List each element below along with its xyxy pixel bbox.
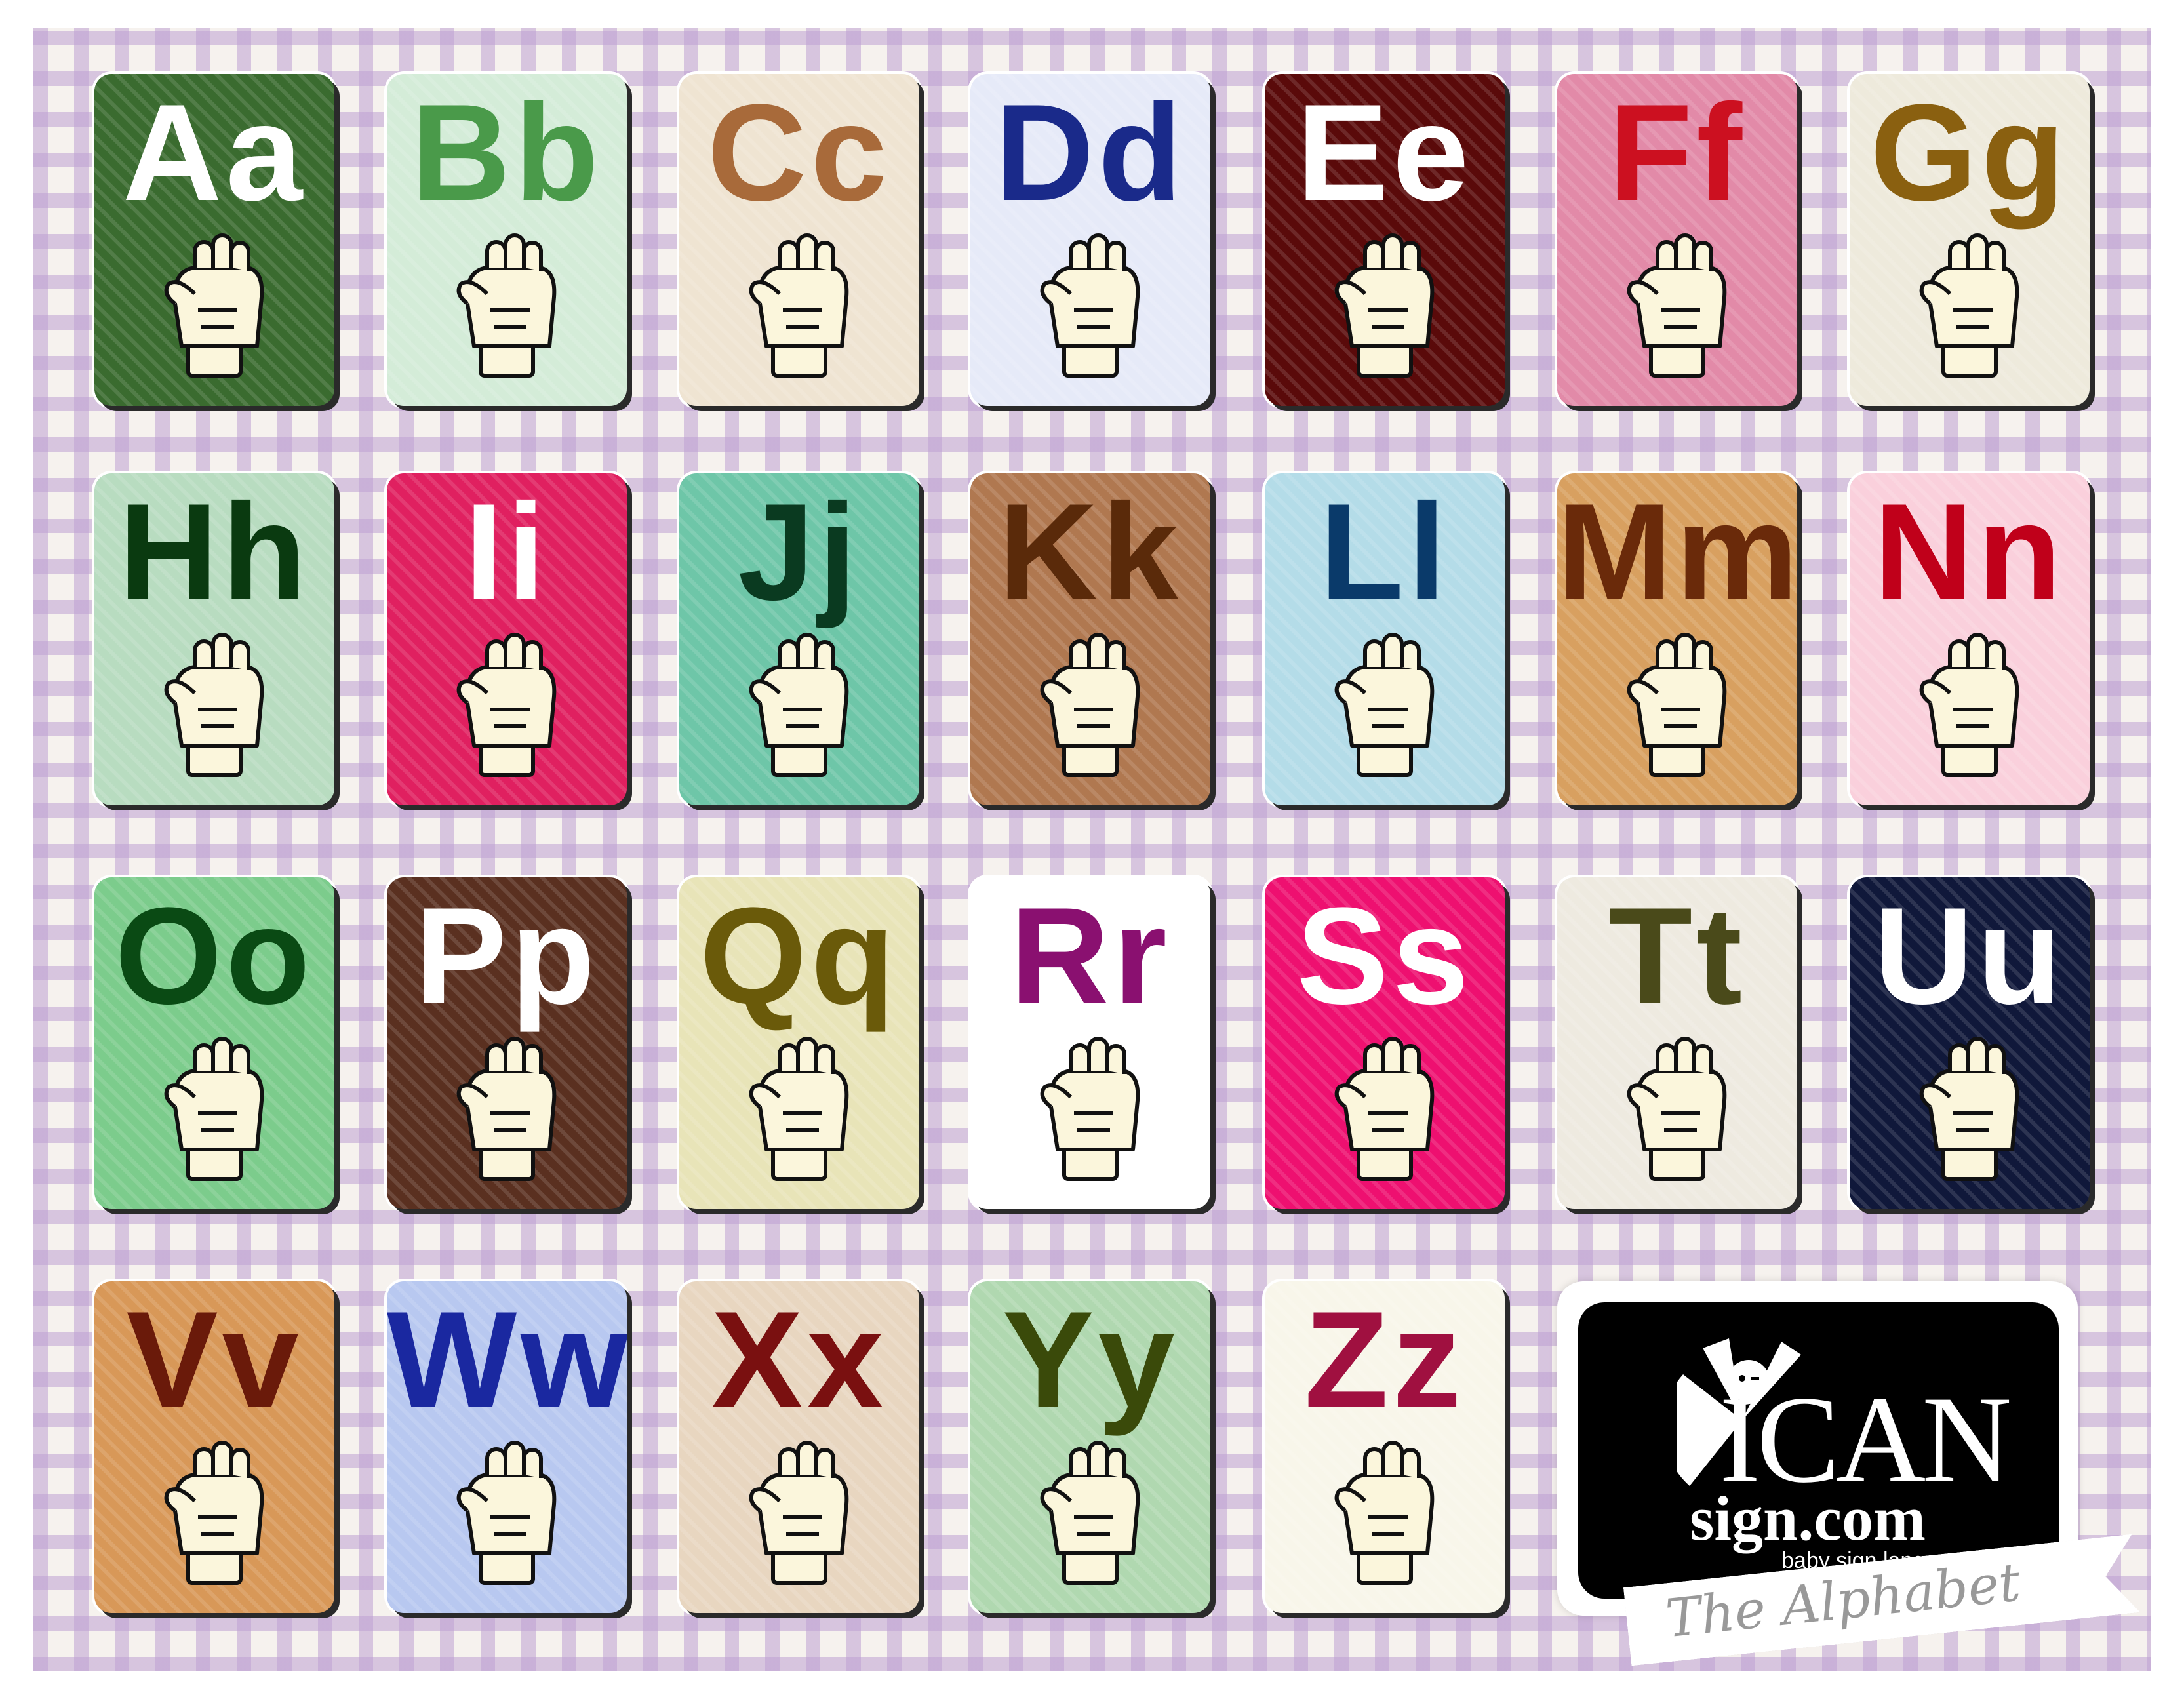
card-letter: Tt — [1608, 879, 1747, 1033]
letter-card-q: Qq — [679, 877, 919, 1209]
sign-hand-icon — [1025, 1035, 1156, 1186]
card-letter: Pp — [414, 879, 599, 1033]
card-letter: Jj — [738, 475, 861, 629]
letter-card-n: Nn — [1850, 473, 2090, 805]
sign-hand-icon — [1025, 1439, 1156, 1589]
letter-card-h: Hh — [94, 473, 334, 805]
letter-card-p: Pp — [387, 877, 627, 1209]
card-letter: Ll — [1319, 475, 1450, 629]
card-letter: Ww — [387, 1283, 627, 1437]
sign-hand-icon — [441, 1439, 572, 1589]
card-letter: Mm — [1557, 475, 1797, 629]
card-letter: Kk — [998, 475, 1183, 629]
sign-hand-icon — [1025, 231, 1156, 382]
letter-card-s: Ss — [1265, 877, 1505, 1209]
letter-card-x: Xx — [679, 1281, 919, 1613]
sign-hand-icon — [734, 631, 865, 782]
letter-card-o: Oo — [94, 877, 334, 1209]
letter-card-v: Vv — [94, 1281, 334, 1613]
letter-card-r: Rr — [970, 877, 1210, 1209]
logo-domain-text: sign.com — [1690, 1483, 1926, 1553]
card-letter: Ss — [1296, 879, 1473, 1033]
card-letter: Cc — [707, 75, 892, 230]
letter-card-j: Jj — [679, 473, 919, 805]
card-letter: Oo — [115, 879, 314, 1033]
letter-card-b: Bb — [387, 74, 627, 406]
letter-card-e: Ee — [1265, 74, 1505, 406]
sign-hand-icon — [734, 231, 865, 382]
letter-card-u: Uu — [1850, 877, 2090, 1209]
sign-hand-icon — [1612, 231, 1743, 382]
sign-hand-icon — [149, 1035, 280, 1186]
sign-hand-icon — [1612, 1035, 1743, 1186]
sign-hand-icon — [441, 631, 572, 782]
letter-card-k: Kk — [970, 473, 1210, 805]
card-letter: Vv — [126, 1283, 303, 1437]
card-letter: Zz — [1304, 1283, 1465, 1437]
letter-card-l: Ll — [1265, 473, 1505, 805]
sign-hand-icon — [441, 231, 572, 382]
letter-card-a: Aa — [94, 74, 334, 406]
letter-card-w: Ww — [387, 1281, 627, 1613]
letter-card-d: Dd — [970, 74, 1210, 406]
card-letter: Bb — [411, 75, 603, 230]
card-letter: Gg — [1870, 75, 2069, 230]
sign-hand-icon — [441, 1035, 572, 1186]
letter-card-g: Gg — [1850, 74, 2090, 406]
card-letter: Ee — [1296, 75, 1473, 230]
letter-card-z: Zz — [1265, 1281, 1505, 1613]
card-letter: Aa — [122, 75, 307, 230]
sign-hand-icon — [149, 231, 280, 382]
card-letter: Ff — [1608, 75, 1747, 230]
card-letter: Dd — [995, 75, 1186, 230]
sign-hand-icon — [1319, 231, 1450, 382]
sign-hand-icon — [1319, 1035, 1450, 1186]
letter-card-m: Mm — [1557, 473, 1797, 805]
card-letter: Yy — [1002, 1283, 1179, 1437]
card-letter: Nn — [1874, 475, 2065, 629]
letter-card-f: Ff — [1557, 74, 1797, 406]
sign-hand-icon — [734, 1035, 865, 1186]
sign-hand-icon — [1904, 631, 2035, 782]
card-letter: Xx — [711, 1283, 888, 1437]
sign-hand-icon — [1612, 631, 1743, 782]
card-letter: Hh — [119, 475, 310, 629]
sign-hand-icon — [734, 1439, 865, 1589]
letter-card-i: Ii — [387, 473, 627, 805]
card-letter: Qq — [700, 879, 899, 1033]
sign-hand-icon — [1025, 631, 1156, 782]
card-letter: Uu — [1874, 879, 2065, 1033]
sign-hand-icon — [1319, 631, 1450, 782]
letter-card-y: Yy — [970, 1281, 1210, 1613]
sign-hand-icon — [1904, 1035, 2035, 1186]
letter-card-c: Cc — [679, 74, 919, 406]
letter-card-t: Tt — [1557, 877, 1797, 1209]
card-letter: Rr — [1010, 879, 1171, 1033]
sign-hand-icon — [1904, 231, 2035, 382]
card-letter: Ii — [464, 475, 549, 629]
sign-hand-icon — [1319, 1439, 1450, 1589]
sign-hand-icon — [149, 1439, 280, 1589]
sign-hand-icon — [149, 631, 280, 782]
